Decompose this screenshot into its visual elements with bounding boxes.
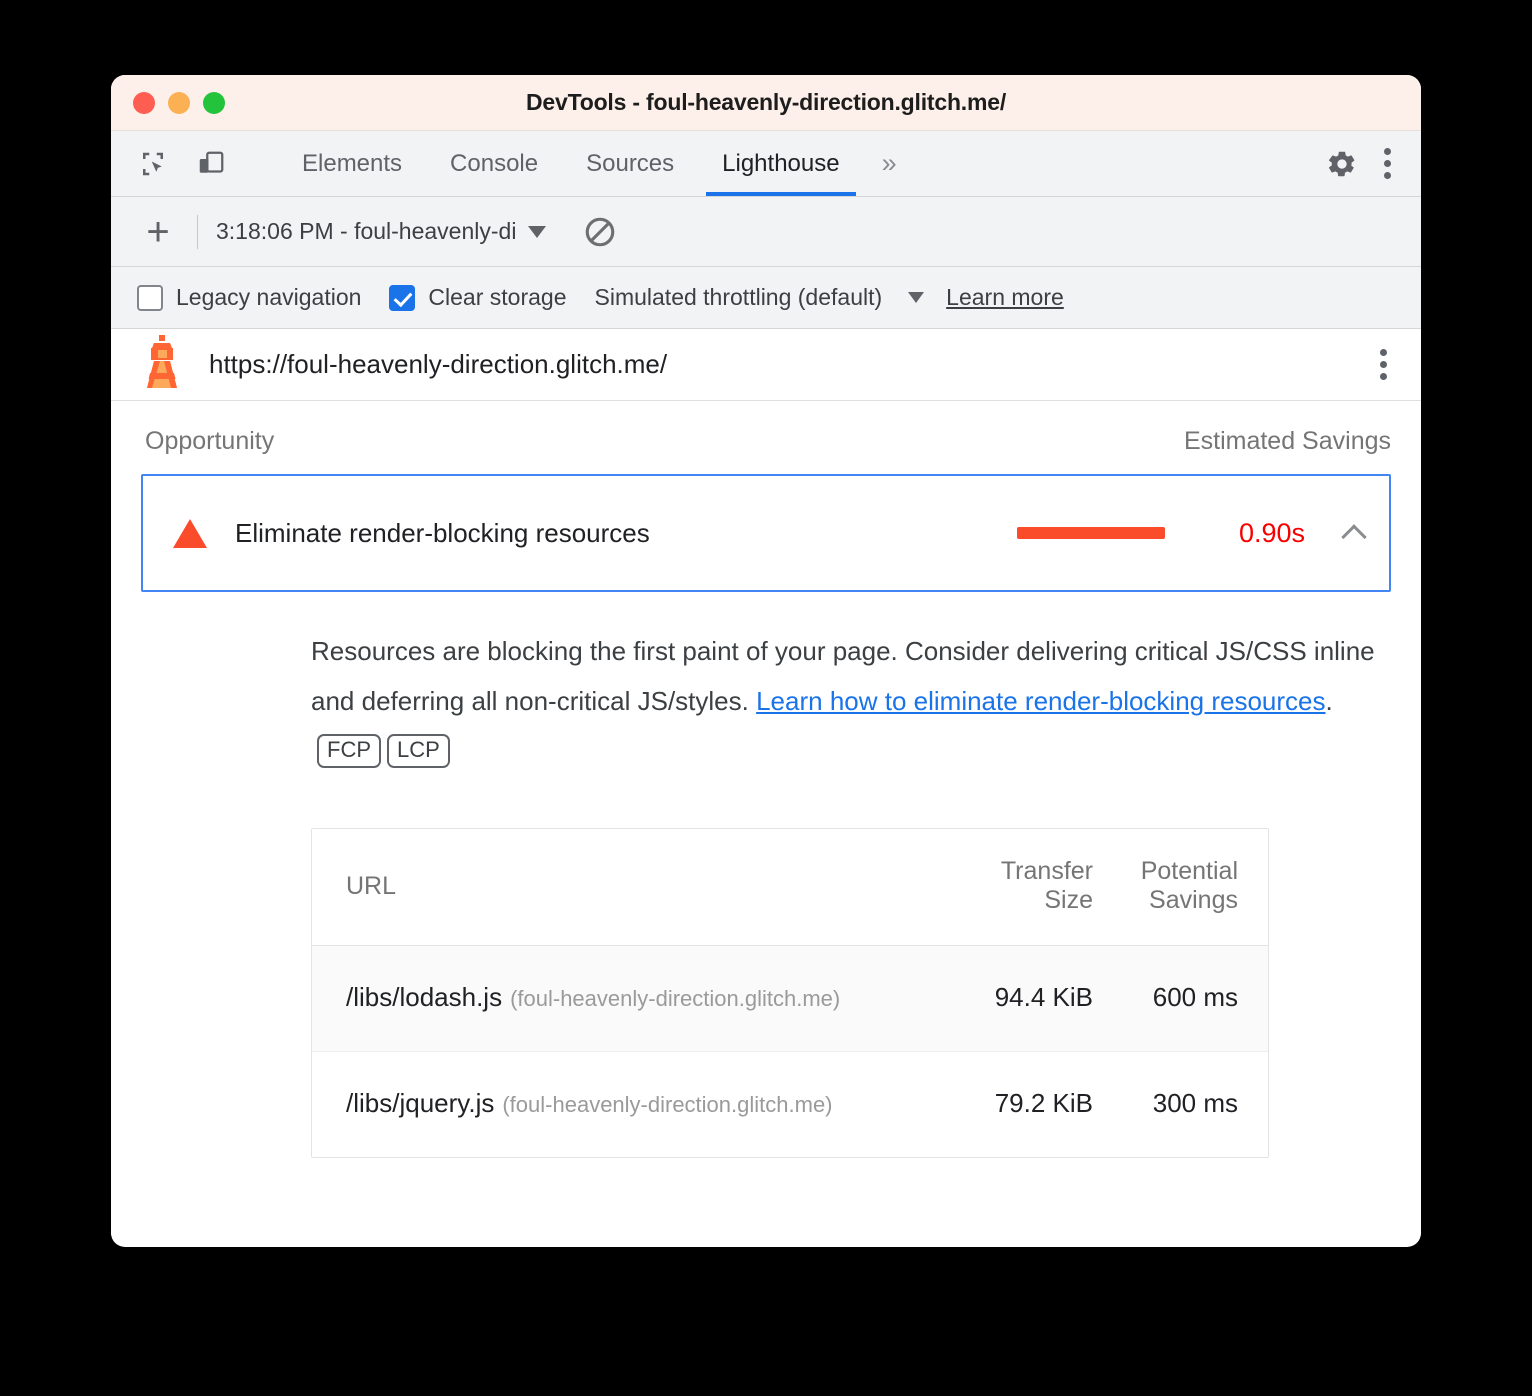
- throttling-label: Simulated throttling (default): [594, 284, 883, 310]
- report-selector[interactable]: 3:18:06 PM - foul-heavenly-di: [216, 218, 547, 245]
- badge-lcp: LCP: [387, 734, 450, 768]
- details-table-body: /libs/lodash.js (foul-heavenly-direction.…: [312, 945, 1268, 1158]
- inspect-element-icon[interactable]: [133, 144, 173, 184]
- header-potential-savings-line2: Savings: [1149, 886, 1238, 914]
- legacy-navigation-label: Legacy navigation: [176, 284, 362, 310]
- chevron-down-icon: [528, 225, 547, 238]
- tab-elements[interactable]: Elements: [278, 131, 426, 196]
- row-transfer-size: 79.2 KiB: [994, 1088, 1093, 1118]
- maximize-window-button[interactable]: [203, 91, 225, 114]
- more-tabs-icon[interactable]: »: [864, 131, 915, 196]
- report-url: https://foul-heavenly-direction.glitch.m…: [209, 349, 668, 379]
- tab-list: Elements Console Sources Lighthouse »: [278, 131, 915, 196]
- table-row[interactable]: /libs/lodash.js (foul-heavenly-direction.…: [312, 945, 1268, 1052]
- clear-storage-checkbox[interactable]: Clear storage: [389, 284, 567, 311]
- report-column-headers: Opportunity Estimated Savings: [111, 401, 1421, 474]
- window-titlebar: DevTools - foul-heavenly-direction.glitc…: [111, 75, 1421, 131]
- header-transfer-size: Transfer Size: [918, 829, 1093, 946]
- tab-lighthouse-label: Lighthouse: [722, 149, 840, 177]
- devtools-window: DevTools - foul-heavenly-direction.glitc…: [111, 75, 1421, 1247]
- estimated-savings-column-header: Estimated Savings: [1183, 427, 1391, 455]
- chevron-up-icon[interactable]: [1341, 523, 1367, 550]
- new-report-button[interactable]: +: [137, 212, 179, 252]
- row-potential-savings: 600 ms: [1093, 945, 1268, 1052]
- legacy-navigation-checkbox[interactable]: Legacy navigation: [137, 284, 361, 311]
- table-row[interactable]: /libs/jquery.js (foul-heavenly-direction.…: [312, 1052, 1268, 1158]
- row-url-cell: /libs/jquery.js (foul-heavenly-direction.…: [312, 1052, 918, 1158]
- lighthouse-runbar: + 3:18:06 PM - foul-heavenly-di: [111, 197, 1421, 267]
- tab-sources-label: Sources: [586, 149, 675, 177]
- header-potential-savings-line1: Potential: [1140, 857, 1238, 885]
- learn-more-link[interactable]: Learn more: [946, 284, 1064, 311]
- legacy-navigation-box[interactable]: [137, 284, 163, 311]
- row-potential-savings: 300 ms: [1152, 1088, 1238, 1118]
- opportunity-title: Eliminate render-blocking resources: [235, 517, 650, 548]
- report-menu-icon[interactable]: [1372, 341, 1395, 388]
- lighthouse-icon: [141, 335, 183, 394]
- table-header-row: URL Transfer Size Potential Savings: [312, 829, 1268, 946]
- warning-triangle-icon: [173, 518, 207, 548]
- row-url-cell: /libs/lodash.js (foul-heavenly-direction.…: [312, 945, 918, 1052]
- opportunity-row[interactable]: Eliminate render-blocking resources 0.90…: [141, 474, 1391, 592]
- opportunity-column-header: Opportunity: [145, 427, 275, 455]
- row-url: /libs/jquery.js: [346, 1088, 495, 1118]
- more-tabs-label: »: [881, 148, 897, 178]
- devtools-tabstrip: Elements Console Sources Lighthouse »: [111, 131, 1421, 197]
- tabstrip-actions: [1287, 131, 1421, 196]
- row-origin: (foul-heavenly-direction.glitch.me): [502, 1092, 833, 1117]
- tab-console[interactable]: Console: [426, 131, 562, 196]
- details-table: URL Transfer Size Potential Savings /lib…: [312, 829, 1268, 1157]
- clear-storage-label: Clear storage: [428, 284, 567, 310]
- lighthouse-options-bar: Legacy navigation Clear storage Simulate…: [111, 267, 1421, 329]
- tabstrip-tools: [111, 131, 278, 196]
- savings-bar: [1016, 527, 1165, 539]
- details-table-head: URL Transfer Size Potential Savings: [312, 829, 1268, 946]
- more-vertical-icon[interactable]: [1376, 140, 1399, 187]
- minimize-window-button[interactable]: [168, 91, 190, 114]
- no-entry-clear-icon[interactable]: [580, 212, 620, 252]
- lighthouse-report: Opportunity Estimated Savings Eliminate …: [111, 401, 1421, 1235]
- header-transfer-size-line1: Transfer: [1000, 857, 1093, 885]
- tab-elements-label: Elements: [302, 149, 403, 177]
- window-controls: [111, 91, 225, 114]
- window-title: DevTools - foul-heavenly-direction.glitc…: [525, 89, 1007, 115]
- header-potential-savings: Potential Savings: [1093, 829, 1268, 946]
- header-url: URL: [312, 829, 918, 946]
- savings-value: 0.90s: [1238, 517, 1305, 548]
- row-transfer-size: 94.4 KiB: [918, 945, 1093, 1052]
- runbar-divider: [197, 214, 198, 249]
- tab-console-label: Console: [450, 149, 539, 177]
- close-window-button[interactable]: [133, 91, 155, 114]
- gear-icon[interactable]: [1322, 144, 1362, 184]
- clear-storage-box[interactable]: [389, 284, 416, 311]
- description-period: .: [1325, 686, 1333, 716]
- device-toolbar-icon[interactable]: [191, 144, 231, 184]
- tab-lighthouse[interactable]: Lighthouse: [698, 131, 863, 196]
- throttling-chevron-down-icon[interactable]: [908, 292, 925, 303]
- header-transfer-size-line2: Size: [1044, 886, 1093, 914]
- tab-sources[interactable]: Sources: [562, 131, 698, 196]
- report-selector-label: 3:18:06 PM - foul-heavenly-di: [216, 218, 517, 244]
- row-origin: (foul-heavenly-direction.glitch.me): [510, 986, 841, 1011]
- report-url-bar: https://foul-heavenly-direction.glitch.m…: [111, 329, 1421, 401]
- description-learn-link[interactable]: Learn how to eliminate render-blocking r…: [756, 686, 1325, 716]
- opportunity-savings-group: 0.90s: [1016, 517, 1367, 550]
- badge-fcp: FCP: [317, 734, 381, 768]
- row-url: /libs/lodash.js: [346, 982, 503, 1012]
- details-table-wrapper: URL Transfer Size Potential Savings /lib…: [311, 828, 1269, 1158]
- opportunity-description: Resources are blocking the first paint o…: [111, 592, 1421, 776]
